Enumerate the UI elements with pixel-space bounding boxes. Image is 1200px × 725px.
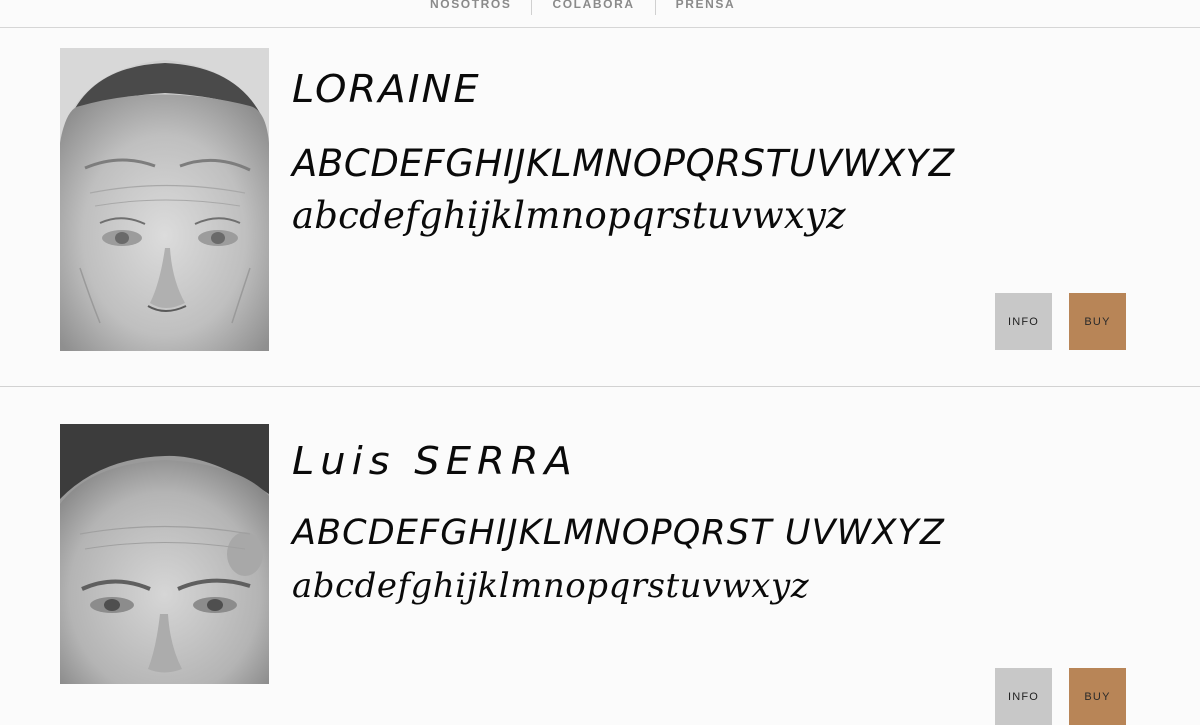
info-button[interactable]: INFO [995,668,1052,725]
font-card-loraine: LORAINE ABCDEFGHIJKLMNOPQRSTUVWXYZ abcde… [0,28,1200,387]
nav-list: NOSOTROS COLABORA PRENSA [410,0,755,18]
uppercase-specimen: ABCDEFGHIJKLMNOPQRSTUVWXYZ [292,142,955,185]
nav-item-nosotros[interactable]: NOSOTROS [410,0,531,18]
buy-button[interactable]: BUY [1069,668,1126,725]
font-name: Luis SERRA [292,440,578,484]
buy-button[interactable]: BUY [1069,293,1126,350]
nav-item-colabora[interactable]: COLABORA [532,0,654,18]
portrait-photo[interactable] [60,424,269,684]
portrait-photo[interactable] [60,48,269,351]
lowercase-specimen: abcdefghijklmnopqrstuvwxyz [292,194,846,237]
top-navigation: NOSOTROS COLABORA PRENSA [0,0,1200,28]
lowercase-specimen: abcdefghijklmnopqrstuvwxyz [292,566,810,606]
font-card-luis-serra: Luis SERRA ABCDEFGHIJKLMNOPQRST UVWXYZ a… [0,388,1200,725]
info-button[interactable]: INFO [995,293,1052,350]
font-name: LORAINE [292,68,481,112]
nav-item-prensa[interactable]: PRENSA [656,0,756,18]
uppercase-specimen: ABCDEFGHIJKLMNOPQRST UVWXYZ [292,513,945,553]
